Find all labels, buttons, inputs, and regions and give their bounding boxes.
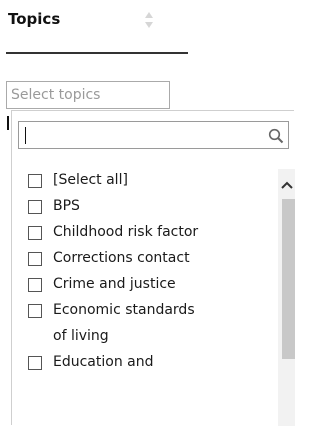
- list-item-bps[interactable]: BPS: [12, 195, 278, 221]
- list-item-select-all[interactable]: [Select all]: [12, 169, 278, 195]
- checkbox[interactable]: [28, 200, 42, 214]
- checkbox[interactable]: [28, 226, 42, 240]
- checkbox[interactable]: [28, 252, 42, 266]
- topics-select[interactable]: Select topics: [6, 81, 170, 109]
- list-item-label: Education and: [53, 354, 154, 370]
- background-text-fragment: [7, 116, 9, 130]
- checkbox[interactable]: [28, 356, 42, 370]
- list-item-corrections-contact[interactable]: Corrections contact: [12, 247, 278, 273]
- search-icon[interactable]: [268, 128, 284, 148]
- list-scrollbar[interactable]: [278, 169, 295, 426]
- sort-arrows-icon[interactable]: [144, 10, 154, 34]
- list-item-education[interactable]: Education and: [12, 351, 278, 377]
- list-item-label: Childhood risk factor: [53, 224, 199, 240]
- dropdown-search-input[interactable]: [18, 121, 289, 149]
- topics-header[interactable]: Topics: [6, 0, 188, 54]
- list-item-economic-standards[interactable]: Economic standards: [12, 299, 278, 325]
- topics-title: Topics: [8, 10, 61, 28]
- list-item-label: [Select all]: [53, 172, 128, 188]
- list-item-label: BPS: [53, 198, 80, 214]
- topics-select-placeholder: Select topics: [11, 87, 101, 103]
- list-item-crime-and-justice[interactable]: Crime and justice: [12, 273, 278, 299]
- topics-dropdown: [Select all] BPS Childhood risk factor C…: [11, 110, 295, 426]
- chevron-up-icon[interactable]: [280, 175, 294, 194]
- list-item-label-continued: of living: [53, 328, 109, 344]
- checkbox[interactable]: [28, 174, 42, 188]
- list-item-label: Economic standards: [53, 302, 195, 318]
- text-caret: [25, 127, 26, 144]
- list-item-label: Corrections contact: [53, 250, 190, 266]
- list-item-label: Crime and justice: [53, 276, 176, 292]
- list-item-childhood-risk-factor[interactable]: Childhood risk factor: [12, 221, 278, 247]
- checkbox[interactable]: [28, 278, 42, 292]
- scrollbar-thumb[interactable]: [282, 199, 295, 359]
- checkbox[interactable]: [28, 304, 42, 318]
